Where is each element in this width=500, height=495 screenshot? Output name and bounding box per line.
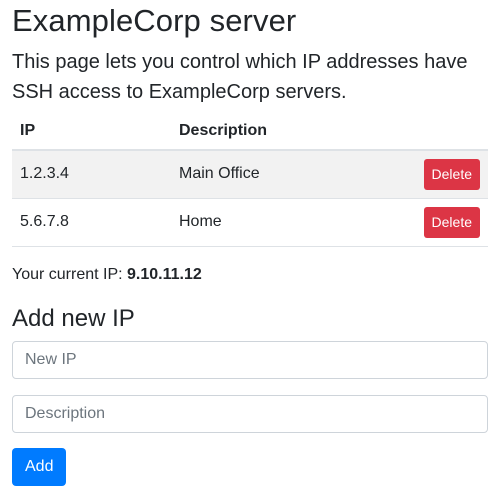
- description-input[interactable]: [12, 395, 488, 433]
- action-cell: Delete: [411, 198, 488, 247]
- description-column-header: Description: [171, 112, 411, 151]
- current-ip-line: Your current IP: 9.10.11.12: [12, 265, 202, 285]
- new-ip-input[interactable]: [12, 341, 488, 379]
- delete-button[interactable]: Delete: [423, 158, 480, 190]
- current-ip-value: 9.10.11.12: [127, 266, 202, 283]
- table-row: 5.6.7.8 Home Delete: [12, 198, 488, 247]
- description-cell: Home: [171, 198, 411, 247]
- table-body: 1.2.3.4 Main Office Delete 5.6.7.8 Home …: [12, 150, 488, 247]
- table-row: 1.2.3.4 Main Office Delete: [12, 150, 488, 199]
- action-column-header: [411, 112, 488, 151]
- ip-column-header: IP: [12, 112, 171, 151]
- table-header: IP Description: [12, 112, 488, 151]
- add-button[interactable]: Add: [12, 448, 67, 486]
- delete-button[interactable]: Delete: [423, 206, 480, 238]
- page: ExampleCorp server This page lets you co…: [0, 0, 500, 495]
- page-title: ExampleCorp server: [12, 3, 297, 38]
- add-ip-section-title: Add new IP: [12, 305, 135, 332]
- ip-cell: 1.2.3.4: [12, 150, 171, 199]
- table-header-row: IP Description: [12, 112, 488, 151]
- action-cell: Delete: [411, 150, 488, 199]
- ip-cell: 5.6.7.8: [12, 198, 171, 247]
- description-cell: Main Office: [171, 150, 411, 199]
- current-ip-label: Your current IP:: [12, 266, 123, 283]
- ip-table: IP Description 1.2.3.4 Main Office Delet…: [12, 112, 488, 247]
- intro-text: This page lets you control which IP addr…: [12, 51, 468, 103]
